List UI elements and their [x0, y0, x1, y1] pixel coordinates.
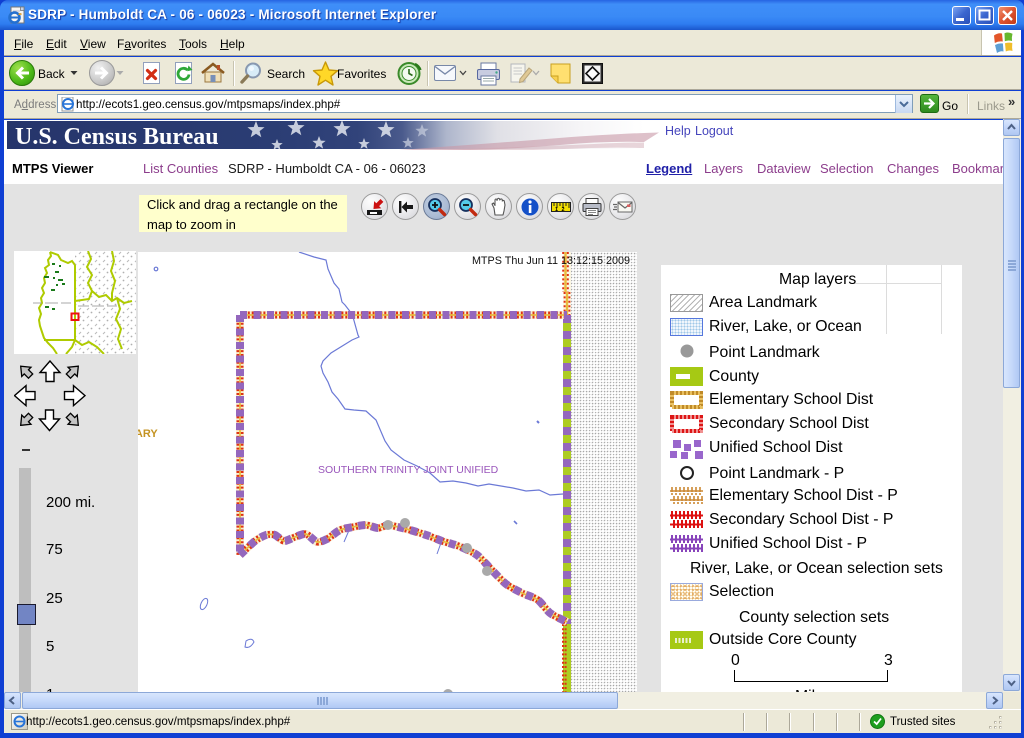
svg-text:2: 2 [562, 207, 565, 213]
svg-text:1: 1 [555, 207, 558, 213]
svg-text:SOUTHERN TRINITY JOINT UNIFIED: SOUTHERN TRINITY JOINT UNIFIED [318, 464, 499, 476]
svg-text:MTPS Thu Jun 11 13:12:15 2009: MTPS Thu Jun 11 13:12:15 2009 [472, 255, 630, 267]
svg-text:U.S. Census Bureau: U.S. Census Bureau [15, 124, 219, 150]
svg-text:TARY: TARY [138, 428, 158, 440]
